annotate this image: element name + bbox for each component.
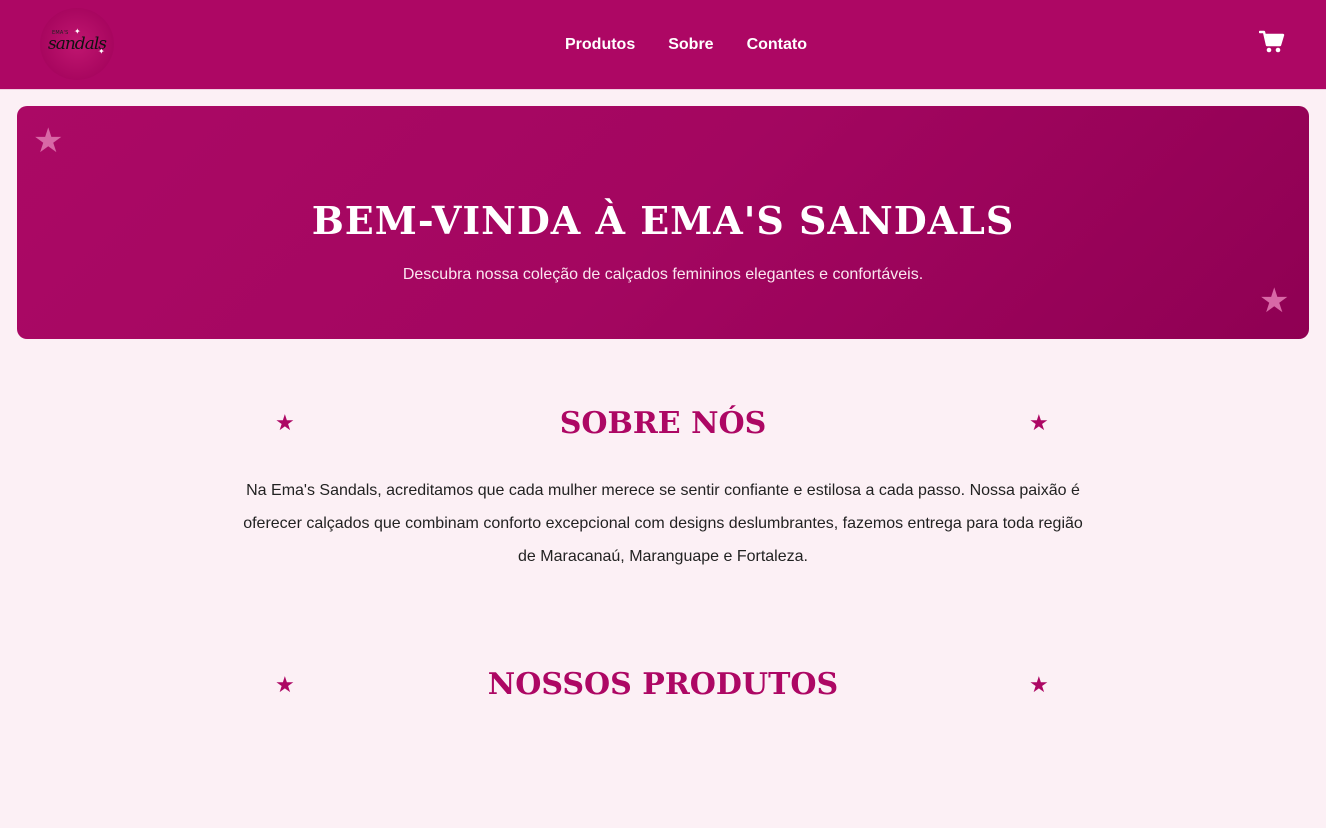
- hero-title: BEM-VINDA À EMA'S SANDALS: [311, 198, 1015, 243]
- about-heading: ★ SOBRE NÓS ★: [0, 406, 1326, 446]
- about-text: Na Ema's Sandals, acreditamos que cada m…: [243, 482, 1083, 565]
- star-icon: ★: [1029, 410, 1049, 435]
- hero-banner: ★ ★ BEM-VINDA À EMA'S SANDALS Descubra n…: [17, 106, 1309, 339]
- sparkle-icon: ✦: [74, 27, 81, 36]
- nav-link-contato[interactable]: Contato: [747, 36, 807, 54]
- nav-link-produtos[interactable]: Produtos: [565, 36, 635, 54]
- star-icon: ★: [33, 122, 64, 160]
- products-title: NOSSOS PRODUTOS: [487, 667, 839, 702]
- hero-subtitle: Descubra nossa coleção de calçados femin…: [402, 266, 924, 283]
- about-title: SOBRE NÓS: [559, 406, 767, 441]
- main-nav: Produtos Sobre Contato: [565, 36, 807, 54]
- cart-icon[interactable]: [1258, 30, 1285, 54]
- brand-logo[interactable]: EMA'S sandals ✦ ✦: [40, 8, 114, 80]
- site-header: EMA'S sandals ✦ ✦ Produtos Sobre Contato: [0, 0, 1326, 90]
- products-heading: ★ NOSSOS PRODUTOS ★: [0, 667, 1326, 707]
- star-icon: ★: [1029, 672, 1049, 697]
- nav-link-sobre[interactable]: Sobre: [668, 36, 713, 54]
- star-icon: ★: [1259, 282, 1290, 320]
- sparkle-icon: ✦: [98, 47, 105, 56]
